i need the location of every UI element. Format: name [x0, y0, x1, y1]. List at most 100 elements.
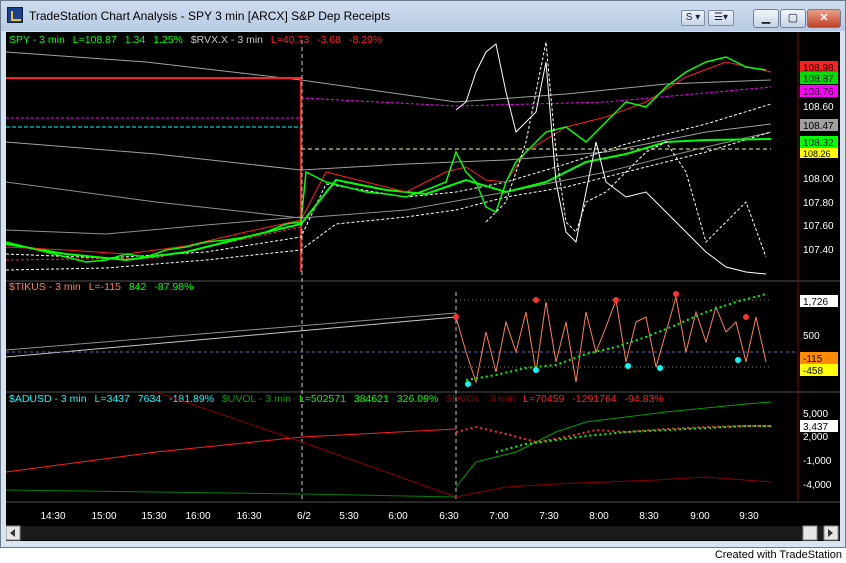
- tradestation-app-icon: [7, 7, 23, 23]
- legend-dvol: $DVOL - 3 min: [446, 393, 515, 405]
- legend-spy-last: L=108.87: [73, 34, 117, 46]
- time-label: 6/2: [297, 511, 311, 522]
- close-button[interactable]: ✕: [807, 9, 841, 28]
- legend-rvx-pct: -8.29%: [349, 34, 382, 46]
- time-label: 16:00: [185, 511, 210, 522]
- tikus-low-dot: [735, 357, 741, 363]
- scroll-thumb[interactable]: [802, 525, 818, 541]
- tikus-low-dot: [625, 363, 631, 369]
- pane-price[interactable]: SPY - 3 min L=108.87 1.34 1.25% $RVX.X -…: [5, 34, 838, 502]
- flag-gray: 108.47: [803, 121, 834, 132]
- legend-tikus-last: L=-115: [89, 281, 121, 293]
- ma-red-fast: [5, 61, 772, 255]
- breadth-scale-5000: 5,000: [803, 409, 828, 420]
- time-label: 16:30: [236, 511, 261, 522]
- flag-magenta: 108.76: [803, 87, 834, 98]
- title-bar[interactable]: TradeStation Chart Analysis - SPY 3 min …: [1, 1, 845, 31]
- tikus-high-dot: [533, 297, 539, 303]
- legend-tikus-pct: -87.98%: [154, 281, 193, 293]
- flag-yellow: 108.26: [803, 149, 831, 159]
- s-dropdown-button[interactable]: S ▾: [681, 10, 705, 26]
- legend-uvol-last: L=502571: [299, 393, 346, 405]
- maximize-icon: ▢: [787, 12, 799, 24]
- rvx-line: [455, 43, 767, 275]
- breadth-scale-neg4000: -4,000: [803, 480, 832, 491]
- time-label: 5:30: [339, 511, 359, 522]
- legend-tikus-chg: 842: [129, 281, 147, 293]
- scrollbar-track[interactable]: [6, 526, 840, 540]
- legend-uvol: $UVOL - 3 min: [222, 393, 291, 405]
- time-axis: 14:30 15:00 15:30 16:00 16:30 6/2 5:30 6…: [40, 511, 759, 522]
- uvol-line: [455, 401, 772, 488]
- tikus-line-left-1: [5, 316, 457, 358]
- window-title: TradeStation Chart Analysis - SPY 3 min …: [29, 9, 391, 23]
- time-label: 9:30: [739, 511, 759, 522]
- tikus-high-dot: [453, 314, 459, 320]
- legend-spy-pct: 1.25%: [153, 34, 183, 46]
- price-label-108.00: 108.00: [803, 174, 834, 185]
- legend-adusd: $ADUSD - 3 min: [9, 393, 87, 405]
- horizontal-scrollbar[interactable]: [5, 525, 840, 541]
- flag-tikus-high: 1,726: [803, 297, 828, 308]
- time-label: 8:30: [639, 511, 659, 522]
- flag-green: 108.32: [803, 138, 834, 149]
- tikus-low-dot: [465, 381, 471, 387]
- cmd-list-icon: ☰: [714, 12, 723, 23]
- dvol-dark-line: [155, 391, 457, 498]
- legend-rvx-chg: -3.68: [317, 34, 341, 46]
- pane-breadth[interactable]: $ADUSD - 3 min L=3437 7634 -181.89% $UVO…: [5, 391, 838, 498]
- time-label: 14:30: [40, 511, 65, 522]
- time-label: 6:30: [439, 511, 459, 522]
- tikus-scale-500: 500: [803, 331, 820, 342]
- legend-spy-chg: 1.34: [125, 34, 146, 46]
- legend-rvx-last: L=40.73: [271, 34, 309, 46]
- s-button-label: S: [685, 12, 693, 23]
- ma-gray-4: [5, 216, 302, 235]
- maximize-button[interactable]: ▢: [780, 9, 806, 28]
- bollinger-lower: [5, 131, 772, 271]
- minimize-button[interactable]: ▁: [753, 9, 779, 28]
- created-with-label: Created with TradeStation: [714, 549, 842, 561]
- adusd-green-dots: [495, 425, 771, 453]
- status-bar: Created with TradeStation: [0, 548, 846, 563]
- price-label-107.60: 107.60: [803, 221, 834, 232]
- pane-tikus[interactable]: $TIKUS - 3 min L=-115 842 -87.98% 500 1,…: [5, 281, 838, 387]
- dvol-line-left: [5, 428, 457, 473]
- flag-spy-last: 108.87: [803, 74, 834, 85]
- breadth-scale-2000: 2,000: [803, 432, 828, 443]
- breadth-scale-neg1000: -1,000: [803, 456, 832, 467]
- pane3-legend: $ADUSD - 3 min L=3437 7634 -181.89% $UVO…: [9, 393, 664, 405]
- price-label-107.40: 107.40: [803, 245, 834, 256]
- tikus-low-dot: [533, 367, 539, 373]
- chart-window: TradeStation Chart Analysis - SPY 3 min …: [0, 0, 846, 548]
- flag-tikus-low: -458: [803, 366, 823, 377]
- legend-dvol-last: L=70459: [523, 393, 564, 405]
- legend-adusd-last: L=3437: [95, 393, 130, 405]
- legend-spy: SPY - 3 min: [9, 34, 65, 46]
- spy-price-bars: [5, 56, 767, 263]
- tikus-low-dot: [657, 365, 663, 371]
- cmd-dropdown-button[interactable]: ☰▾: [708, 10, 734, 26]
- dvol-line: [455, 476, 772, 498]
- time-label: 8:00: [589, 511, 609, 522]
- legend-dvol-chg: -1291764: [572, 393, 617, 405]
- time-label: 7:30: [539, 511, 559, 522]
- tikus-high-dot: [743, 314, 749, 320]
- legend-uvol-pct: 326.09%: [397, 393, 438, 405]
- price-label-107.80: 107.80: [803, 198, 834, 209]
- flag-adusd-last: 3,437: [803, 422, 828, 433]
- legend-tikus: $TIKUS - 3 min: [9, 281, 81, 293]
- uvol-line-left: [5, 489, 457, 498]
- chart-svg[interactable]: SPY - 3 min L=108.87 1.34 1.25% $RVX.X -…: [5, 32, 840, 541]
- tikus-high-dot: [673, 291, 679, 297]
- legend-adusd-chg: 7634: [138, 393, 162, 405]
- prior-close-red-line: [6, 77, 302, 272]
- legend-rvx: $RVX.X - 3 min: [191, 34, 263, 46]
- price-label-108.60: 108.60: [803, 102, 834, 113]
- chart-area[interactable]: SPY - 3 min L=108.87 1.34 1.25% $RVX.X -…: [5, 32, 840, 541]
- time-label: 9:00: [690, 511, 710, 522]
- pane1-legend: SPY - 3 min L=108.87 1.34 1.25% $RVX.X -…: [9, 34, 382, 46]
- tikus-line: [455, 296, 767, 384]
- ma-green-thick: [5, 138, 772, 262]
- legend-uvol-chg: 384621: [354, 393, 389, 405]
